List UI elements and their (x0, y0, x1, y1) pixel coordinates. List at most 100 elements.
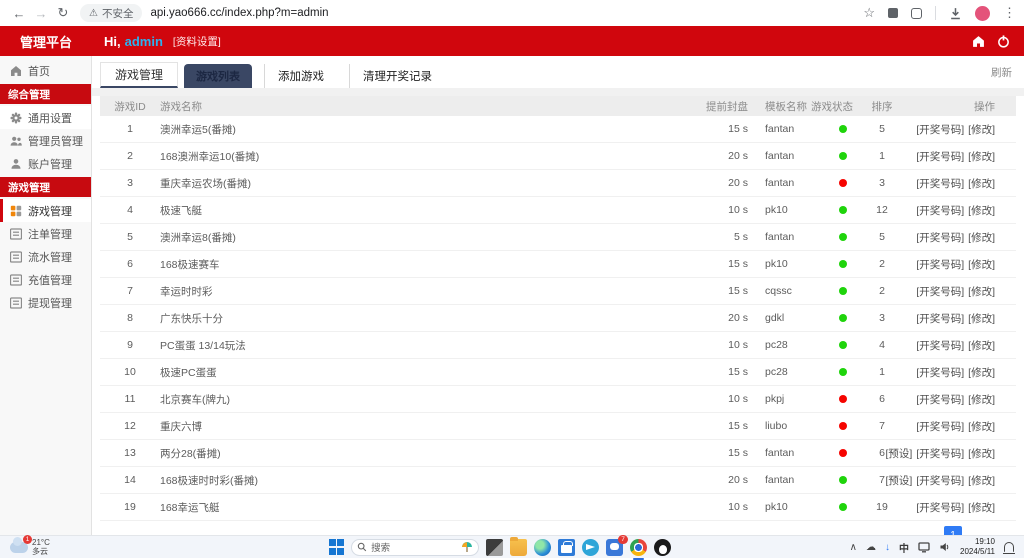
refresh-link[interactable]: 刷新 (991, 65, 1012, 80)
status-dot[interactable] (839, 260, 847, 268)
tab-clean-records[interactable]: 清理开奖记录 (349, 64, 445, 88)
tray-app-icon[interactable]: ☁ (866, 542, 876, 553)
action-link[interactable]: [修改] (968, 311, 995, 326)
sidebar-item-withdraw-management[interactable]: 提现管理 (0, 291, 91, 314)
back-icon[interactable]: ← (8, 6, 30, 21)
notifications-bell-icon[interactable] (1004, 542, 1014, 552)
chrome-icon[interactable] (630, 539, 647, 556)
start-button[interactable] (329, 539, 345, 555)
status-dot[interactable] (839, 233, 847, 241)
status-dot[interactable] (839, 287, 847, 295)
status-dot[interactable] (839, 422, 847, 430)
action-link[interactable]: [开奖号码] (916, 122, 964, 137)
security-label: 不安全 (102, 6, 134, 21)
download-icon[interactable] (949, 7, 962, 20)
home-icon[interactable] (972, 35, 985, 48)
action-link[interactable]: [预设] (885, 473, 912, 488)
bookmark-star-icon[interactable]: ☆ (863, 5, 875, 21)
action-link[interactable]: [修改] (968, 149, 995, 164)
weather-condition: 多云 (32, 547, 48, 556)
action-link[interactable]: [修改] (968, 419, 995, 434)
actions-cell: [开奖号码] [修改] (904, 392, 1016, 407)
action-link[interactable]: [开奖号码] (916, 365, 964, 380)
file-explorer-icon[interactable] (510, 539, 527, 556)
action-link[interactable]: [修改] (968, 365, 995, 380)
action-link[interactable]: [修改] (968, 392, 995, 407)
sidebar-item-game-management[interactable]: 游戏管理 (0, 199, 91, 222)
action-link[interactable]: [预设] (885, 446, 912, 461)
sidebar-item-bet-management[interactable]: 注单管理 (0, 222, 91, 245)
profile-avatar[interactable] (975, 6, 990, 21)
status-dot[interactable] (839, 179, 847, 187)
tab-game-list[interactable]: 游戏列表 (184, 64, 252, 88)
status-dot[interactable] (839, 341, 847, 349)
ime-indicator[interactable]: 中 (899, 540, 909, 555)
forward-icon[interactable]: → (30, 6, 52, 21)
sidebar-item-home[interactable]: 首页 (0, 59, 91, 82)
action-link[interactable]: [开奖号码] (916, 500, 964, 515)
action-link[interactable]: [开奖号码] (916, 203, 964, 218)
sidebar-item-admin-management[interactable]: 管理员管理 (0, 129, 91, 152)
status-dot[interactable] (839, 449, 847, 457)
telegram-icon[interactable] (582, 539, 599, 556)
tab-groups-icon[interactable] (911, 8, 922, 19)
status-dot[interactable] (839, 503, 847, 511)
action-link[interactable]: [开奖号码] (916, 473, 964, 488)
action-link[interactable]: [修改] (968, 257, 995, 272)
action-link[interactable]: [开奖号码] (916, 446, 964, 461)
action-link[interactable]: [修改] (968, 500, 995, 515)
status-dot[interactable] (839, 395, 847, 403)
sidebar-item-flow-management[interactable]: 流水管理 (0, 245, 91, 268)
pagination-current-page[interactable]: 1 (944, 526, 962, 535)
status-dot[interactable] (839, 152, 847, 160)
taskbar-search[interactable]: 搜索 (351, 539, 479, 556)
qq-icon[interactable] (654, 539, 671, 556)
tray-download-icon[interactable]: ↓ (885, 542, 890, 553)
taskbar-clock[interactable]: 19:10 2024/5/11 (960, 537, 995, 556)
logout-power-icon[interactable] (997, 35, 1010, 48)
status-dot[interactable] (839, 125, 847, 133)
action-link[interactable]: [开奖号码] (916, 230, 964, 245)
reload-icon[interactable]: ↻ (52, 5, 74, 21)
status-dot[interactable] (839, 314, 847, 322)
side-panel-icon[interactable] (888, 8, 898, 18)
action-link[interactable]: [修改] (968, 203, 995, 218)
address-bar[interactable]: ⚠ 不安全 api.yao666.cc/index.php?m=admin (80, 3, 863, 23)
weather-widget[interactable]: 1 21°C 多云 (0, 538, 150, 556)
microsoft-store-icon[interactable] (558, 539, 575, 556)
action-link[interactable]: [开奖号码] (916, 392, 964, 407)
display-icon[interactable] (918, 541, 930, 553)
action-link[interactable]: [修改] (968, 446, 995, 461)
status-dot[interactable] (839, 206, 847, 214)
tab-game-management[interactable]: 游戏管理 (100, 62, 178, 88)
security-chip[interactable]: ⚠ 不安全 (80, 4, 142, 22)
status-dot[interactable] (839, 368, 847, 376)
tab-add-game[interactable]: 添加游戏 (264, 64, 337, 88)
action-link[interactable]: [修改] (968, 230, 995, 245)
action-link[interactable]: [开奖号码] (916, 419, 964, 434)
sidebar-item-recharge-management[interactable]: 充值管理 (0, 268, 91, 291)
action-link[interactable]: [开奖号码] (916, 149, 964, 164)
url-text[interactable]: api.yao666.cc/index.php?m=admin (150, 7, 328, 19)
action-link[interactable]: [修改] (968, 122, 995, 137)
action-link[interactable]: [开奖号码] (916, 338, 964, 353)
toolbar-divider (935, 6, 936, 20)
action-link[interactable]: [修改] (968, 473, 995, 488)
action-link[interactable]: [修改] (968, 176, 995, 191)
chat-app-icon[interactable]: 7 (606, 539, 623, 556)
action-link[interactable]: [开奖号码] (916, 284, 964, 299)
profile-settings-link[interactable]: [资料设置] (173, 34, 221, 49)
menu-kebab-icon[interactable]: ⋮ (1003, 5, 1016, 21)
action-link[interactable]: [开奖号码] (916, 257, 964, 272)
tray-chevron-icon[interactable]: ∧ (850, 542, 857, 553)
edge-browser-icon[interactable] (534, 539, 551, 556)
task-view-icon[interactable] (486, 539, 503, 556)
status-dot[interactable] (839, 476, 847, 484)
sidebar-item-general-settings[interactable]: 通用设置 (0, 106, 91, 129)
action-link[interactable]: [开奖号码] (916, 311, 964, 326)
volume-icon[interactable] (939, 541, 951, 553)
action-link[interactable]: [修改] (968, 284, 995, 299)
action-link[interactable]: [开奖号码] (916, 176, 964, 191)
sidebar-item-account-management[interactable]: 账户管理 (0, 152, 91, 175)
action-link[interactable]: [修改] (968, 338, 995, 353)
